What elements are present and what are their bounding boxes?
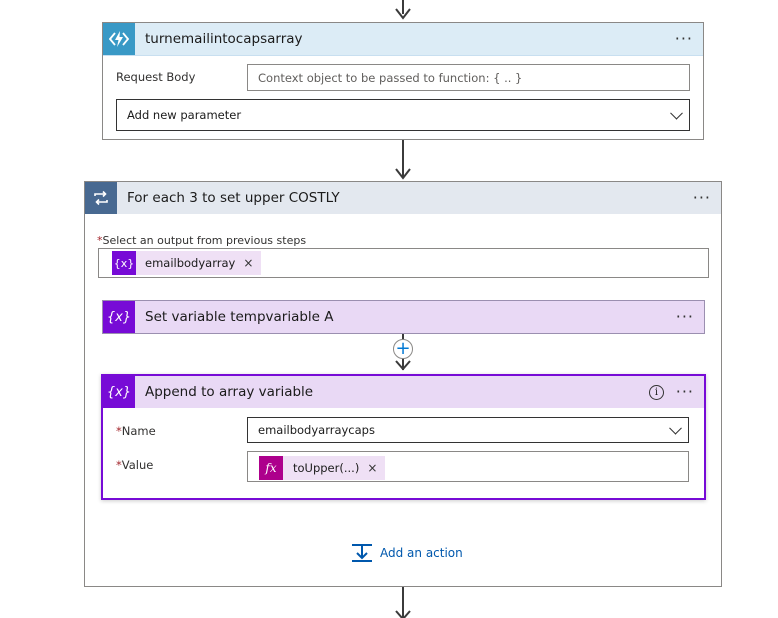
value-label: *Value xyxy=(116,458,154,472)
select-output-label: *Select an output from previous steps xyxy=(97,234,307,247)
name-value: emailbodyarraycaps xyxy=(258,423,375,437)
arrow-down-icon xyxy=(395,360,411,371)
arrow-down-icon xyxy=(395,168,411,180)
request-body-input[interactable]: Context object to be passed to function:… xyxy=(247,64,690,91)
more-options-icon[interactable]: ··· xyxy=(676,382,694,401)
arrow-down-icon xyxy=(395,8,411,20)
append-card-header[interactable]: {x} Append to array variable i ··· xyxy=(103,376,704,408)
add-action-button[interactable]: Add an action xyxy=(351,543,463,563)
azure-function-icon xyxy=(103,23,135,55)
function-card-title: turnemailintocapsarray xyxy=(145,31,303,47)
more-options-icon[interactable]: ··· xyxy=(676,307,694,326)
add-new-parameter-dropdown[interactable]: Add new parameter xyxy=(116,99,690,131)
set-variable-card[interactable]: {x} Set variable tempvariable A ··· xyxy=(102,300,705,334)
foreach-scope-card: For each 3 to set upper COSTLY ··· *Sele… xyxy=(84,181,722,587)
function-expression-icon: fx xyxy=(259,456,283,480)
insert-step-button[interactable]: + xyxy=(393,339,413,359)
info-icon[interactable]: i xyxy=(649,385,664,400)
request-body-label: Request Body xyxy=(116,70,196,84)
chevron-down-icon xyxy=(669,421,682,435)
name-label: *Name xyxy=(116,424,156,438)
variable-icon: {x} xyxy=(103,376,135,408)
add-action-label: Add an action xyxy=(380,546,463,560)
set-variable-header: {x} Set variable tempvariable A ··· xyxy=(103,301,704,333)
name-dropdown[interactable]: emailbodyarraycaps xyxy=(247,417,689,443)
function-action-card: turnemailintocapsarray ··· Request Body … xyxy=(102,22,704,140)
append-array-card: {x} Append to array variable i ··· *Name… xyxy=(101,374,706,500)
more-options-icon[interactable]: ··· xyxy=(675,29,693,48)
variable-icon: {x} xyxy=(103,301,135,333)
add-new-parameter-label: Add new parameter xyxy=(127,108,242,122)
token-label: emailbodyarray xyxy=(145,256,236,270)
remove-token-icon[interactable]: × xyxy=(367,461,377,475)
function-card-header[interactable]: turnemailintocapsarray ··· xyxy=(103,23,703,56)
set-variable-title: Set variable tempvariable A xyxy=(145,309,334,325)
dynamic-content-token[interactable]: {x} emailbodyarray × xyxy=(112,251,262,275)
chevron-down-icon xyxy=(670,106,683,120)
foreach-card-header[interactable]: For each 3 to set upper COSTLY ··· xyxy=(85,182,721,214)
arrow-down-icon xyxy=(395,610,411,618)
request-body-placeholder: Context object to be passed to function:… xyxy=(258,70,523,85)
add-action-icon xyxy=(352,544,372,562)
more-options-icon[interactable]: ··· xyxy=(693,188,711,207)
loop-icon xyxy=(85,182,117,214)
expression-token[interactable]: fx toUpper(...) × xyxy=(259,456,386,480)
token-label: toUpper(...) xyxy=(293,461,360,475)
remove-token-icon[interactable]: × xyxy=(243,256,253,270)
append-card-title: Append to array variable xyxy=(145,384,314,400)
variable-icon: {x} xyxy=(112,251,136,275)
foreach-card-title: For each 3 to set upper COSTLY xyxy=(127,190,340,206)
